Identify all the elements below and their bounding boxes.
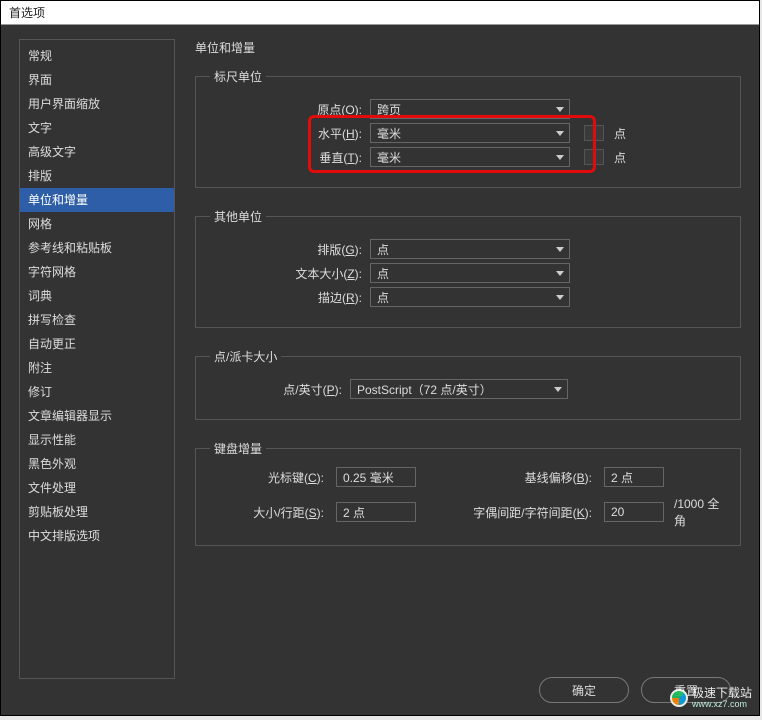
category-sidebar: 常规界面用户界面缩放文字高级文字排版单位和增量网格参考线和粘贴板字符网格词典拼写…	[19, 39, 175, 679]
sidebar-item[interactable]: 文章编辑器显示	[20, 404, 174, 428]
sidebar-item[interactable]: 用户界面缩放	[20, 92, 174, 116]
size-leading-input[interactable]: 2 点	[336, 502, 416, 522]
chevron-down-icon	[555, 104, 565, 114]
size-leading-label: 大小/行距(S):	[210, 504, 330, 521]
ppi-label: 点/英寸(P):	[210, 381, 350, 398]
sidebar-item[interactable]: 常规	[20, 44, 174, 68]
sidebar-item[interactable]: 排版	[20, 164, 174, 188]
panel-heading: 单位和增量	[195, 39, 741, 56]
stroke-select[interactable]: 点	[370, 287, 570, 307]
chevron-down-icon	[555, 244, 565, 254]
watermark: 极速下载站 www.xz7.com	[670, 687, 752, 710]
sidebar-item[interactable]: 拼写检查	[20, 308, 174, 332]
other-units-group: 其他单位 排版(G): 点 文本大小(Z): 点	[195, 208, 741, 328]
titlebar: 首选项	[1, 1, 759, 25]
point-pica-group: 点/派卡大小 点/英寸(P): PostScript（72 点/英寸）	[195, 348, 741, 420]
horizontal-label: 水平(H):	[210, 125, 370, 142]
vertical-unit-tail: 点	[584, 149, 626, 166]
sidebar-item[interactable]: 界面	[20, 68, 174, 92]
watermark-url: www.xz7.com	[692, 700, 752, 710]
chevron-down-icon	[555, 292, 565, 302]
point-pica-legend: 点/派卡大小	[210, 348, 281, 365]
ruler-units-legend: 标尺单位	[210, 68, 266, 85]
sidebar-item[interactable]: 网格	[20, 212, 174, 236]
textsize-label: 文本大小(Z):	[210, 265, 370, 282]
baseline-input[interactable]: 2 点	[604, 467, 664, 487]
keyboard-increments-group: 键盘增量 光标键(C): 0.25 毫米 基线偏移(B): 2 点 大小/行距(…	[195, 440, 741, 546]
sidebar-item[interactable]: 修订	[20, 380, 174, 404]
kerning-input[interactable]: 20	[604, 502, 664, 522]
origin-label: 原点(O):	[210, 101, 370, 118]
kerning-label: 字偶间距/字符间距(K):	[468, 504, 598, 521]
watermark-logo-icon	[670, 689, 688, 707]
typeset-select[interactable]: 点	[370, 239, 570, 259]
unit-swatch	[584, 149, 604, 165]
horizontal-select[interactable]: 毫米	[370, 123, 570, 143]
cursor-key-label: 光标键(C):	[210, 469, 330, 486]
preferences-window: 首选项 常规界面用户界面缩放文字高级文字排版单位和增量网格参考线和粘贴板字符网格…	[0, 0, 760, 716]
vertical-label: 垂直(T):	[210, 149, 370, 166]
sidebar-item[interactable]: 单位和增量	[20, 188, 174, 212]
chevron-down-icon	[555, 268, 565, 278]
ok-button[interactable]: 确定	[539, 677, 629, 703]
unit-swatch	[584, 125, 604, 141]
sidebar-item[interactable]: 显示性能	[20, 428, 174, 452]
textsize-select[interactable]: 点	[370, 263, 570, 283]
sidebar-item[interactable]: 附注	[20, 356, 174, 380]
sidebar-item[interactable]: 词典	[20, 284, 174, 308]
sidebar-item[interactable]: 黑色外观	[20, 452, 174, 476]
chevron-down-icon	[553, 384, 563, 394]
cursor-key-input[interactable]: 0.25 毫米	[336, 467, 416, 487]
sidebar-item[interactable]: 文件处理	[20, 476, 174, 500]
chevron-down-icon	[555, 128, 565, 138]
sidebar-item[interactable]: 剪贴板处理	[20, 500, 174, 524]
chevron-down-icon	[555, 152, 565, 162]
keyboard-increments-legend: 键盘增量	[210, 440, 266, 457]
sidebar-item[interactable]: 中文排版选项	[20, 524, 174, 548]
sidebar-item[interactable]: 自动更正	[20, 332, 174, 356]
sidebar-item[interactable]: 文字	[20, 116, 174, 140]
other-units-legend: 其他单位	[210, 208, 266, 225]
origin-select[interactable]: 跨页	[370, 99, 570, 119]
stroke-label: 描边(R):	[210, 289, 370, 306]
window-title: 首选项	[9, 6, 45, 20]
sidebar-item[interactable]: 参考线和粘贴板	[20, 236, 174, 260]
baseline-label: 基线偏移(B):	[468, 469, 598, 486]
settings-panel: 单位和增量 标尺单位 原点(O): 跨页 水平(H): 毫米	[175, 39, 741, 679]
vertical-select[interactable]: 毫米	[370, 147, 570, 167]
dialog-body: 常规界面用户界面缩放文字高级文字排版单位和增量网格参考线和粘贴板字符网格词典拼写…	[1, 25, 759, 715]
kerning-suffix: /1000 全角	[670, 495, 726, 529]
typeset-label: 排版(G):	[210, 241, 370, 258]
sidebar-item[interactable]: 字符网格	[20, 260, 174, 284]
ruler-units-group: 标尺单位 原点(O): 跨页 水平(H): 毫米	[195, 68, 741, 188]
ppi-select[interactable]: PostScript（72 点/英寸）	[350, 379, 568, 399]
horizontal-unit-tail: 点	[584, 125, 626, 142]
sidebar-item[interactable]: 高级文字	[20, 140, 174, 164]
